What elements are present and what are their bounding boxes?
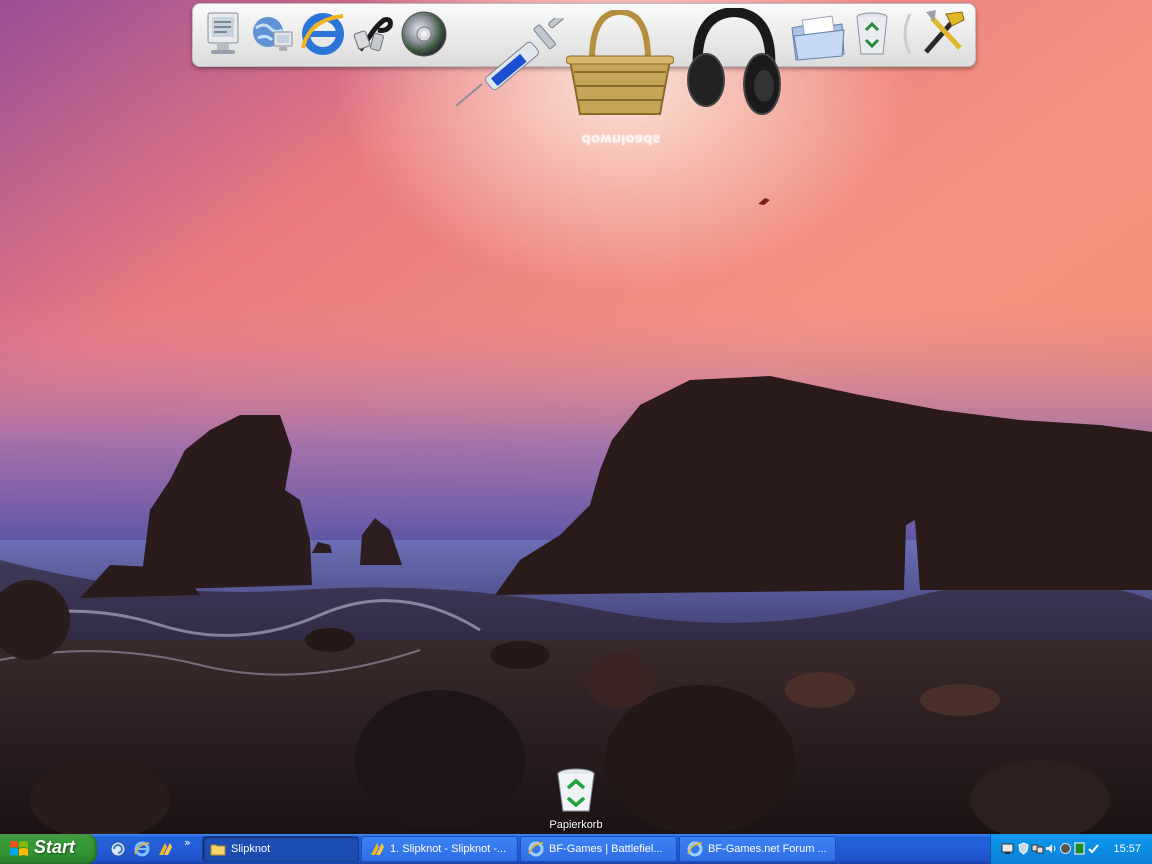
quick-launch-chevron[interactable]: » xyxy=(184,836,191,849)
tools-icon[interactable] xyxy=(918,8,968,58)
download-manager-icon[interactable] xyxy=(1073,842,1086,855)
network-icon[interactable] xyxy=(1031,842,1044,855)
task-label: BF-Games.net Forum ... xyxy=(708,843,827,855)
desktop-icon-label: Papierkorb xyxy=(549,819,603,831)
show-desktop-icon[interactable] xyxy=(110,841,126,857)
basket-icon[interactable] xyxy=(565,8,675,120)
shield-icon[interactable] xyxy=(1017,842,1030,855)
cable-plug-icon[interactable] xyxy=(350,10,398,58)
taskbar-button-bf-games[interactable]: BF-Games | Battlefiel... xyxy=(520,836,677,862)
winamp-icon xyxy=(371,843,384,855)
task-label: 1. Slipknot - Slipknot -... xyxy=(390,843,507,855)
taskbar-button-winamp[interactable]: 1. Slipknot - Slipknot -... xyxy=(361,836,518,862)
recycle-bin-icon[interactable] xyxy=(854,10,890,58)
start-label: Start xyxy=(34,837,76,857)
desktop-wallpaper xyxy=(0,0,1152,834)
recycle-bin-icon xyxy=(557,768,595,812)
update-icon[interactable] xyxy=(1087,842,1100,855)
folder-icon xyxy=(210,844,226,856)
internet-explorer-icon[interactable] xyxy=(299,8,347,58)
task-label: BF-Games | Battlefiel... xyxy=(549,843,663,855)
windows-logo-icon xyxy=(10,841,28,856)
task-label: Slipknot xyxy=(231,843,271,855)
cd-disc-icon[interactable] xyxy=(400,10,448,58)
documents-folder-icon[interactable] xyxy=(790,14,846,62)
internet-explorer-icon xyxy=(687,841,703,857)
display-icon[interactable] xyxy=(1001,842,1014,855)
desktop-icon-recycle-bin[interactable]: Papierkorb xyxy=(548,768,604,832)
my-computer-icon[interactable] xyxy=(203,10,243,58)
volume-icon[interactable] xyxy=(1045,842,1058,855)
internet-explorer-icon xyxy=(528,841,544,857)
dock-hover-label: downloads xyxy=(581,131,661,146)
start-button[interactable]: Start xyxy=(0,834,97,864)
network-icon[interactable] xyxy=(250,10,294,58)
taskbar: Start » Slipknot 1. Slipknot - Slipknot … xyxy=(0,834,1152,864)
taskbar-button-slipknot-folder[interactable]: Slipknot xyxy=(202,836,359,862)
taskbar-button-bf-games-forum[interactable]: BF-Games.net Forum ... xyxy=(679,836,836,862)
system-tray: 15:57 xyxy=(990,834,1152,864)
separator-icon xyxy=(900,12,914,56)
winamp-icon[interactable] xyxy=(157,841,173,857)
headphones-icon[interactable] xyxy=(684,6,784,120)
antivirus-icon[interactable] xyxy=(1059,842,1072,855)
syringe-icon[interactable] xyxy=(452,13,568,110)
internet-explorer-icon[interactable] xyxy=(134,841,150,857)
clock[interactable]: 15:57 xyxy=(1113,843,1141,855)
